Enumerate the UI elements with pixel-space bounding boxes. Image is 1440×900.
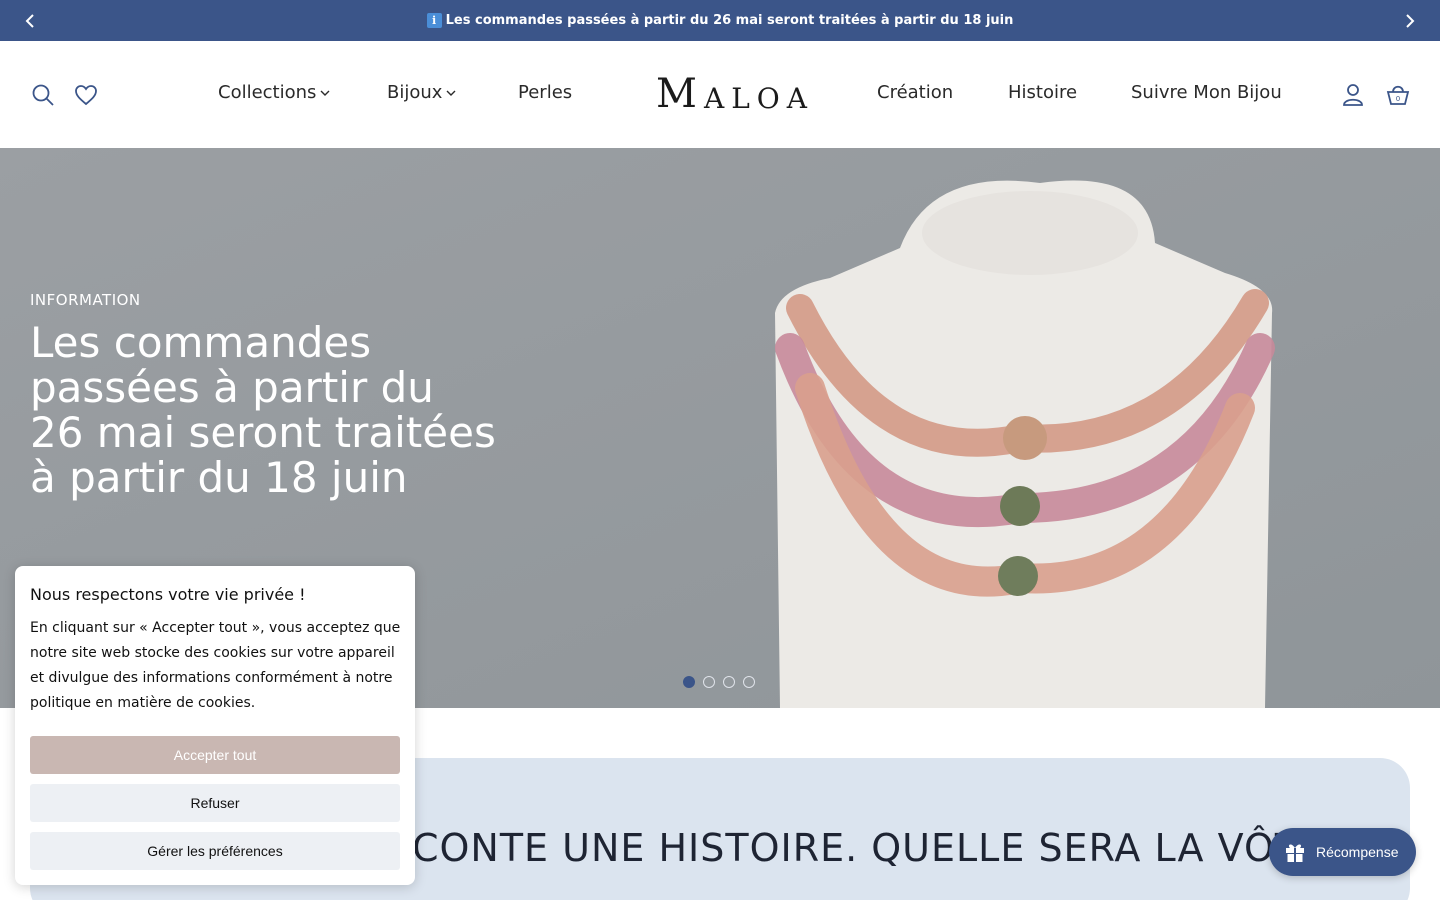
nav-perles[interactable]: Perles (518, 82, 572, 103)
reward-label: Récompense (1316, 844, 1399, 860)
chevron-left-icon (25, 14, 34, 28)
nav-collections-label: Collections (218, 82, 317, 103)
nav-creation-label: Création (877, 82, 954, 103)
accept-all-button[interactable]: Accepter tout (30, 736, 400, 774)
nav-histoire[interactable]: Histoire (1008, 82, 1077, 103)
nav-bijoux-label: Bijoux (387, 82, 443, 103)
gift-icon (1286, 844, 1304, 862)
wishlist-button[interactable] (74, 83, 98, 107)
refuse-button[interactable]: Refuser (30, 784, 400, 822)
logo-initial: M (656, 71, 704, 117)
cart-icon: 0 (1386, 85, 1410, 105)
account-button[interactable] (1341, 83, 1365, 107)
slide-dot-3[interactable] (723, 676, 735, 688)
announcement-prev-button[interactable] (20, 11, 40, 31)
site-header: Collections Bijoux Perles M ALOA Création… (0, 41, 1440, 148)
nav-suivre-mon-bijou[interactable]: Suivre Mon Bijou (1131, 82, 1282, 103)
announcement-bar: i Les commandes passées à partir du 26 ma… (0, 0, 1440, 41)
heart-icon (75, 85, 97, 106)
nav-collections[interactable]: Collections (218, 82, 330, 103)
nav-perles-label: Perles (518, 82, 573, 103)
chevron-right-icon (1406, 14, 1415, 28)
logo-rest: ALOA (703, 82, 814, 115)
hero-headline: Les commandes passées à partir du 26 mai… (30, 318, 496, 502)
chevron-down-icon (320, 90, 330, 96)
hero-kicker: INFORMATION (30, 291, 141, 309)
slide-dots (683, 676, 755, 688)
account-icon (1343, 84, 1363, 106)
cookie-banner: Nous respectons votre vie privée ! En cl… (15, 566, 415, 885)
cookie-body: En cliquant sur « Accepter tout », vous … (30, 620, 401, 711)
cookie-title: Nous respectons votre vie privée ! (30, 585, 306, 604)
site-logo[interactable]: M ALOA (656, 71, 807, 117)
search-button[interactable] (31, 83, 55, 107)
info-icon: i (426, 13, 442, 28)
chevron-down-icon (446, 90, 456, 96)
slide-dot-2[interactable] (703, 676, 715, 688)
svg-text:0: 0 (1396, 95, 1400, 103)
nav-histoire-label: Histoire (1008, 82, 1078, 103)
manage-preferences-button[interactable]: Gérer les préférences (30, 832, 400, 870)
reward-button[interactable]: Récompense (1269, 828, 1416, 876)
slide-dot-1[interactable] (683, 676, 695, 688)
nav-bijoux[interactable]: Bijoux (387, 82, 456, 103)
nav-suivre-label: Suivre Mon Bijou (1131, 82, 1282, 103)
announcement-text: Les commandes passées à partir du 26 mai… (445, 13, 1014, 28)
search-icon (32, 84, 54, 106)
announcement-content: i Les commandes passées à partir du 26 ma… (426, 13, 1014, 28)
slide-dot-4[interactable] (743, 676, 755, 688)
announcement-next-button[interactable] (1400, 11, 1420, 31)
cart-button[interactable]: 0 (1386, 83, 1410, 107)
nav-creation[interactable]: Création (877, 82, 953, 103)
